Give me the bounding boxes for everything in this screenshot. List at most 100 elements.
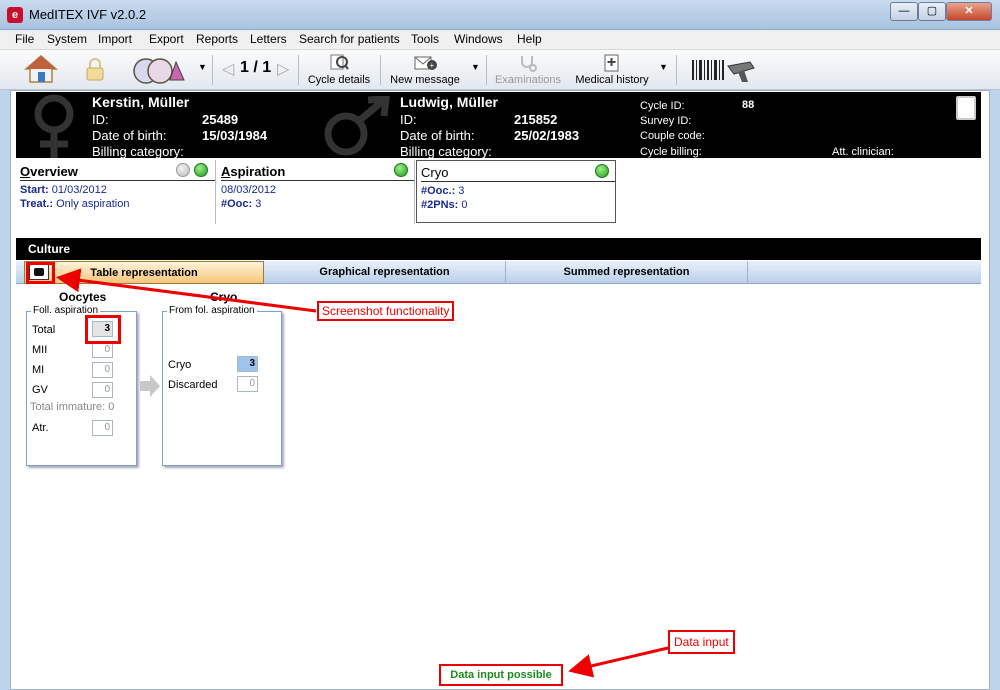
cryo-input[interactable]: 3 (237, 356, 258, 372)
total-label: Total (32, 324, 56, 336)
aspiration-ooc-row: #Ooc: 3 (221, 198, 262, 210)
total-immature-label: Total immature: 0 (30, 401, 115, 413)
status-grey-icon (176, 163, 190, 177)
female-billing-label: Billing category: (92, 144, 184, 159)
tab-summed-representation[interactable]: Summed representation (506, 261, 748, 284)
mi-input[interactable]: 0 (92, 362, 113, 378)
menu-search-patients[interactable]: Search for patients (299, 32, 400, 46)
toolbar-separator (486, 55, 487, 85)
status-text: Data input possible (439, 664, 563, 686)
male-id-value: 215852 (514, 112, 558, 127)
new-message-label: New message (390, 74, 460, 86)
patients-button[interactable] (130, 52, 196, 88)
patients-dropdown-icon[interactable]: ▼ (198, 62, 207, 72)
meditex-logo-icon: e (7, 7, 23, 23)
representation-tabs: Table representation Graphical represent… (16, 261, 981, 284)
maximize-button[interactable]: ▢ (918, 2, 946, 21)
medical-history-button[interactable]: Medical history (570, 52, 654, 88)
discarded-label: Discarded (168, 379, 218, 391)
annotation-screenshot: Screenshot functionality (317, 301, 455, 321)
window-title: MedITEX IVF v2.0.2 (29, 7, 147, 22)
male-dob-label: Date of birth: (400, 128, 475, 143)
annotation-data-input: Data input (668, 630, 735, 654)
discarded-input[interactable]: 0 (237, 376, 258, 392)
menu-letters[interactable]: Letters (250, 32, 287, 46)
lock-icon (86, 58, 104, 81)
mii-input[interactable]: 0 (92, 342, 113, 358)
total-highlight (85, 315, 121, 344)
document-icon[interactable] (956, 96, 976, 120)
aspiration-summary[interactable]: Aspiration 08/03/2012 #Ooc: 3 (217, 160, 415, 224)
magnifier-document-icon (330, 54, 349, 70)
status-green-icon (394, 163, 408, 177)
next-cycle-icon[interactable]: ▷ (277, 59, 289, 79)
atr-input[interactable]: 0 (92, 420, 113, 436)
toolbar-separator (676, 55, 677, 85)
title-bar: e MedITEX IVF v2.0.2 — ▢ ✕ (0, 0, 1000, 30)
gv-input[interactable]: 0 (92, 382, 113, 398)
patient-header: Kerstin, Müller ID: 25489 Date of birth:… (16, 92, 981, 159)
aspiration-title: Aspiration (221, 164, 286, 179)
att-clinician-label: Att. clinician: (832, 146, 894, 158)
barcode-scanner-icon (692, 60, 755, 82)
oocytes-title: Oocytes (59, 290, 107, 304)
home-icon (24, 55, 58, 83)
female-symbol-icon (34, 94, 74, 158)
male-billing-label: Billing category: (400, 144, 492, 159)
cryo-label: Cryo (168, 359, 192, 371)
menu-help[interactable]: Help (517, 32, 542, 46)
tab-table-representation[interactable]: Table representation (24, 261, 264, 284)
minimize-button[interactable]: — (890, 2, 918, 21)
menu-tools[interactable]: Tools (411, 32, 439, 46)
female-dob-label: Date of birth: (92, 128, 167, 143)
mi-label: MI (32, 364, 45, 376)
culture-section-header: Culture (16, 238, 981, 260)
menu-windows[interactable]: Windows (454, 32, 503, 46)
menu-import[interactable]: Import (98, 32, 132, 46)
female-id-label: ID: (92, 112, 109, 127)
examinations-label: Examinations (494, 74, 562, 86)
cycle-billing-label: Cycle billing: (640, 146, 702, 158)
female-dob-value: 15/03/1984 (202, 128, 268, 143)
male-symbol-icon (324, 96, 390, 156)
home-button[interactable] (20, 52, 60, 88)
cycle-details-button[interactable]: Cycle details (303, 52, 375, 88)
couple-icon (133, 58, 185, 84)
examinations-button[interactable]: Examinations (492, 52, 564, 88)
overview-start-row: Start: 01/03/2012 (20, 184, 107, 196)
overview-summary[interactable]: Overview Start: 01/03/2012 Treat.: Only … (16, 160, 216, 224)
cycle-id-value: 88 (742, 99, 755, 111)
survey-id-label: Survey ID: (640, 115, 692, 127)
overview-treat-row: Treat.: Only aspiration (20, 198, 130, 210)
menu-file[interactable]: File (15, 32, 34, 46)
new-message-dropdown-icon[interactable]: ▼ (471, 62, 480, 72)
menu-system[interactable]: System (47, 32, 87, 46)
cryo-summary[interactable]: Cryo #Ooc.: 3 #2PNs: 0 (416, 160, 616, 223)
flow-arrow-icon (140, 375, 160, 397)
lock-button[interactable] (80, 52, 110, 88)
new-message-button[interactable]: + New message (386, 52, 464, 88)
prev-cycle-icon[interactable]: ◁ (222, 59, 234, 79)
medical-record-icon (604, 54, 619, 72)
toolbar-separator (212, 55, 213, 85)
menu-export[interactable]: Export (149, 32, 184, 46)
gv-label: GV (32, 384, 48, 396)
menu-reports[interactable]: Reports (196, 32, 238, 46)
toolbar-separator (298, 55, 299, 85)
medical-history-dropdown-icon[interactable]: ▼ (659, 62, 668, 72)
stethoscope-icon (521, 56, 537, 72)
close-button[interactable]: ✕ (946, 2, 992, 21)
male-dob-value: 25/02/1983 (514, 128, 580, 143)
atr-label: Atr. (32, 422, 49, 434)
barcode-scanner-button[interactable] (688, 52, 758, 88)
cycle-pager: 1 / 1 (240, 59, 272, 76)
divider (20, 180, 215, 181)
svg-text:+: + (430, 61, 435, 70)
overview-title: Overview (20, 164, 78, 179)
divider (221, 180, 414, 181)
female-patient-name: Kerstin, Müller (92, 94, 190, 110)
tab-graphical-representation[interactable]: Graphical representation (264, 261, 506, 284)
female-id-value: 25489 (202, 112, 239, 127)
male-patient-name: Ludwig, Müller (400, 94, 498, 110)
couple-code-label: Couple code: (640, 130, 705, 142)
